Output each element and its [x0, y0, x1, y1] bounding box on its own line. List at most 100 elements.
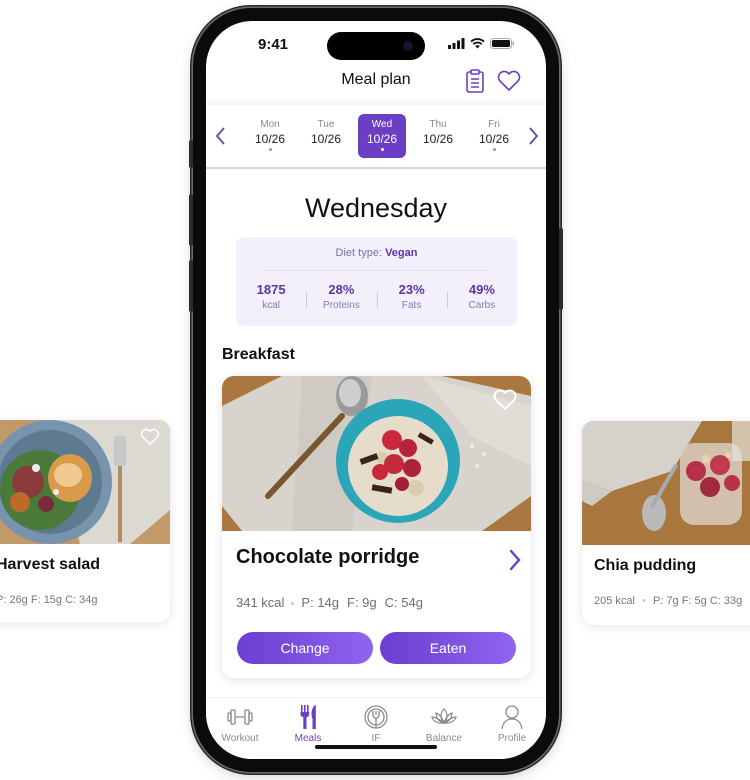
signal-icon: [448, 38, 465, 49]
tab-label: Profile: [497, 733, 527, 744]
meal-macros: P: 26g F: 15g C: 34g: [0, 594, 98, 606]
home-indicator: [315, 745, 437, 749]
meal-title: Harvest salad: [0, 556, 101, 573]
meal-protein: P: 14g: [301, 595, 340, 610]
plate-fork-icon: [364, 705, 388, 729]
meal-card-harvest-salad[interactable]: Harvest salad P: 26g F: 15g C: 34g: [0, 420, 170, 622]
divider: [262, 270, 491, 271]
day-name: Wed: [371, 119, 393, 130]
day-wed[interactable]: Wed 10/26: [358, 114, 406, 158]
harvest-salad-photo: [0, 420, 170, 544]
stat-fats: 23% Fats: [376, 282, 447, 311]
meal-carbs: C: 54g: [384, 595, 423, 610]
day-name: Tue: [317, 119, 335, 130]
nutrition-stats: 1875 kcal 28% Proteins 23% Fats 49% Carb…: [236, 282, 517, 311]
mute-switch: [189, 140, 193, 168]
person-icon: [501, 705, 523, 730]
stat-value: 49%: [468, 282, 495, 297]
meal-card-chocolate-porridge[interactable]: Chocolate porridge 341 kcal P: 14g F: 9g C:…: [222, 376, 531, 678]
tab-profile[interactable]: Profile: [478, 698, 546, 759]
day-date: 10/26: [310, 132, 342, 146]
stat-label: kcal: [262, 300, 281, 311]
meal-macros: 341 kcal P: 14g F: 9g C: 54g: [236, 595, 431, 610]
tab-if[interactable]: IF: [342, 698, 410, 759]
tab-meals[interactable]: Meals: [274, 698, 342, 759]
meal-fat: F: 9g: [347, 595, 377, 610]
tab-label: Meals: [294, 733, 322, 744]
section-title-breakfast: Breakfast: [222, 346, 295, 363]
day-name: Mon: [260, 119, 280, 130]
power-button: [559, 228, 563, 310]
battery-icon: [490, 38, 514, 49]
dynamic-island: [327, 32, 425, 60]
day-fri[interactable]: Fri 10/26: [470, 114, 518, 158]
volume-down-button: [189, 260, 193, 312]
page-title: Meal plan: [341, 71, 411, 88]
tab-balance[interactable]: Balance: [410, 698, 478, 759]
stat-value: 23%: [398, 282, 425, 297]
stat-value: 28%: [328, 282, 355, 297]
camera-icon: [403, 41, 413, 51]
meal-macro-values: P: 7g F: 5g C: 33g: [652, 595, 743, 607]
favorite-heart-icon[interactable]: [492, 388, 518, 412]
week-selector: Mon 10/26 Tue 10/26 Wed 10/26 Thu 10/26: [206, 105, 546, 169]
stat-label: Fats: [401, 300, 422, 311]
diet-value: Vegan: [385, 247, 418, 259]
diet-type: Diet type: Vegan: [236, 237, 517, 259]
stat-label: Carbs: [468, 300, 496, 311]
change-button[interactable]: Change: [237, 632, 373, 664]
day-tue[interactable]: Tue 10/26: [302, 114, 350, 158]
tab-workout[interactable]: Workout: [206, 698, 274, 759]
eaten-button[interactable]: Eaten: [380, 632, 516, 664]
day-date: 10/26: [366, 132, 398, 146]
meal-title: Chia pudding: [594, 557, 697, 574]
bullet-separator: •: [642, 595, 646, 607]
status-time: 9:41: [258, 36, 289, 53]
clipboard-icon[interactable]: [462, 68, 488, 94]
diet-label: Diet type:: [335, 247, 382, 259]
day-name: Fri: [488, 119, 500, 130]
meal-photo: [222, 376, 531, 531]
day-date: 10/26: [478, 132, 510, 146]
lotus-icon: [431, 708, 457, 724]
day-date: 10/26: [422, 132, 454, 146]
meal-macros: 205 kcal • P: 7g F: 5g C: 33g: [582, 575, 750, 607]
day-date: 10/26: [254, 132, 286, 146]
stat-kcal: 1875 kcal: [236, 282, 306, 311]
meal-kcal: 205 kcal: [594, 595, 635, 607]
chevron-right-icon[interactable]: [525, 125, 541, 147]
bottom-tab-bar: Workout Meals IF Balance Profile: [206, 697, 546, 759]
heart-icon[interactable]: [496, 68, 522, 94]
wifi-icon: [470, 38, 485, 49]
diet-summary: Diet type: Vegan 1875 kcal 28% Proteins …: [236, 237, 517, 326]
meal-title: Chocolate porridge: [236, 546, 420, 568]
day-mon[interactable]: Mon 10/26: [246, 114, 294, 158]
chevron-left-icon[interactable]: [213, 125, 229, 147]
app-screen: 9:41 Meal plan Mon 10/26 Tue 10/26 Wed 1…: [206, 21, 546, 759]
dumbbell-icon: [227, 709, 253, 725]
meal-kcal: 341 kcal: [236, 595, 285, 610]
stat-carbs: 49% Carbs: [446, 282, 517, 311]
day-thu[interactable]: Thu 10/26: [414, 114, 462, 158]
day-list: Mon 10/26 Tue 10/26 Wed 10/26 Thu 10/26: [246, 114, 518, 158]
tab-label: Workout: [221, 733, 259, 744]
stat-value: 1875: [256, 282, 286, 297]
chia-pudding-photo: [582, 421, 750, 545]
day-dot: [268, 148, 272, 151]
day-dot: [380, 148, 384, 151]
tab-label: IF: [371, 733, 381, 744]
meal-card-chia-pudding[interactable]: Chia pudding 205 kcal • P: 7g F: 5g C: 3…: [582, 421, 750, 625]
bullet-separator: [291, 602, 295, 606]
phone-frame: 9:41 Meal plan Mon 10/26 Tue 10/26 Wed 1…: [189, 8, 563, 772]
stat-label: Proteins: [323, 300, 360, 311]
chevron-right-icon[interactable]: [507, 548, 523, 572]
stat-proteins: 28% Proteins: [306, 282, 376, 311]
day-name: Thu: [429, 119, 447, 130]
volume-up-button: [189, 194, 193, 246]
tab-label: Balance: [425, 733, 463, 744]
favorite-heart-icon[interactable]: [140, 428, 160, 446]
day-heading: Wednesday: [304, 193, 448, 223]
day-dot: [492, 148, 496, 151]
fork-knife-icon: [300, 705, 316, 729]
status-icons: [448, 38, 514, 49]
